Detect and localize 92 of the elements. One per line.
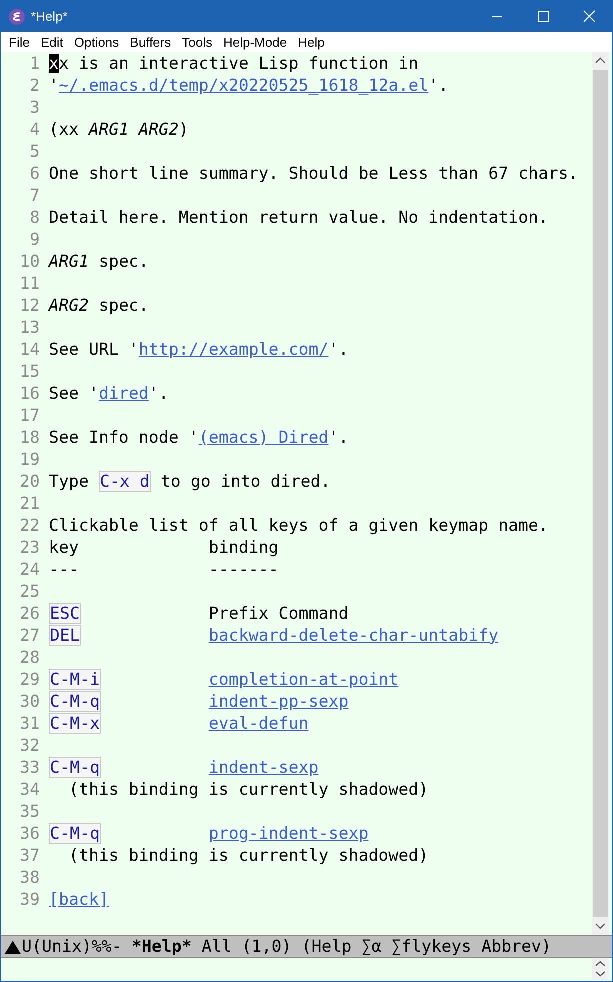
line-number: 22 xyxy=(19,516,41,534)
line-number: 5 xyxy=(29,142,41,160)
help-text: See URL 'http://example.com/'. xyxy=(49,340,349,358)
line-number: 35 xyxy=(19,802,41,820)
help-text: ARG1 spec. xyxy=(49,252,149,270)
key-label: DEL xyxy=(49,624,81,646)
help-text: ARG2 spec. xyxy=(49,296,149,314)
text-cursor: x xyxy=(49,54,59,72)
help-text: See 'dired'. xyxy=(49,384,169,402)
help-text: '~/.emacs.d/temp/x20220525_1618_12a.el'. xyxy=(49,76,449,94)
menu-item[interactable]: Edit xyxy=(34,34,68,50)
line-number: 10 xyxy=(19,252,41,270)
help-text: (this binding is currently shadowed) xyxy=(68,846,429,864)
spin-arrows-icon[interactable] xyxy=(592,958,609,980)
mode-line-status: U(Unix)%%- xyxy=(22,937,122,956)
line-number: 12 xyxy=(19,296,41,314)
help-text: Detail here. Mention return value. No indentation. xyxy=(49,208,549,226)
line-number: 6 xyxy=(29,164,41,182)
help-link[interactable]: eval-defun xyxy=(208,714,309,732)
help-text: --- ------- xyxy=(49,560,279,578)
emacs-logo-icon xyxy=(9,8,25,24)
help-link[interactable]: ~/.emacs.d/temp/x20220525_1618_12a.el xyxy=(59,76,429,94)
help-text: (xx ARG1 ARG2) xyxy=(49,120,189,138)
help-link[interactable]: completion-at-point xyxy=(208,670,399,688)
line-number: 39 xyxy=(19,890,41,908)
line-number: 14 xyxy=(19,340,41,358)
line-number: 8 xyxy=(29,208,41,226)
line-number: 18 xyxy=(19,428,41,446)
line-number: 28 xyxy=(19,648,41,666)
help-link[interactable]: http://example.com/ xyxy=(138,340,329,358)
line-number: 27 xyxy=(19,626,41,644)
line-number: 7 xyxy=(29,186,41,204)
line-number: 16 xyxy=(19,384,41,402)
key-label: ESC xyxy=(49,602,81,624)
line-number: 38 xyxy=(19,868,41,886)
line-number: 23 xyxy=(19,538,41,556)
line-number: 24 xyxy=(19,560,41,578)
key-label: C-M-q xyxy=(49,756,101,778)
help-text: Type C-x d to go into dired. xyxy=(49,472,331,490)
menu-item[interactable]: File xyxy=(3,34,35,50)
help-text: xx is an interactive Lisp function in xyxy=(49,54,419,72)
line-number: 17 xyxy=(19,406,41,424)
window-title: *Help* xyxy=(31,9,69,24)
line-number: 31 xyxy=(19,714,41,732)
line-number: 25 xyxy=(19,582,41,600)
line-number: 9 xyxy=(29,230,41,248)
help-link[interactable]: backward-delete-char-untabify xyxy=(208,626,499,644)
help-link[interactable]: prog-indent-sexp xyxy=(208,824,369,842)
line-number: 29 xyxy=(19,670,41,688)
help-link[interactable]: dired xyxy=(98,384,149,402)
help-text: Clickable list of all keys of a given keymap name. xyxy=(49,516,549,534)
menu-item[interactable]: Options xyxy=(68,34,124,50)
help-link[interactable]: indent-sexp xyxy=(208,758,319,776)
line-number: 26 xyxy=(19,604,41,622)
help-text: One short line summary. Should be Less than 67 chars. xyxy=(49,164,578,182)
mode-line-info: All (1,0) (Help ∑α ∑flykeys Abbrev) xyxy=(202,937,552,956)
line-number: 36 xyxy=(19,824,41,842)
help-text: ESC Prefix Command xyxy=(49,604,349,622)
menu-item[interactable]: Buffers xyxy=(124,34,176,50)
help-text: key binding xyxy=(49,538,279,556)
line-number: 33 xyxy=(19,758,41,776)
key-label: C-M-q xyxy=(49,822,101,844)
line-number: 20 xyxy=(19,472,41,490)
scrollbar-thumb[interactable] xyxy=(593,70,608,917)
line-number: 3 xyxy=(29,98,41,116)
key-label: C-x d xyxy=(98,470,151,492)
line-number: 32 xyxy=(19,736,41,754)
line-number: 30 xyxy=(19,692,41,710)
line-number: 21 xyxy=(19,494,41,512)
help-link[interactable]: indent-pp-sexp xyxy=(208,692,349,710)
line-number: 37 xyxy=(19,846,41,864)
line-number: 34 xyxy=(19,780,41,798)
help-link[interactable]: [back] xyxy=(49,890,109,908)
line-number: 13 xyxy=(19,318,41,336)
help-text: See Info node '(emacs) Dired'. xyxy=(49,428,349,446)
triangle-icon xyxy=(4,938,22,954)
mode-line-buffer: *Help* xyxy=(132,937,192,956)
line-number: 4 xyxy=(29,120,41,138)
key-label: C-M-i xyxy=(49,668,101,690)
line-number: 11 xyxy=(19,274,41,292)
menu-item[interactable]: Tools xyxy=(176,34,218,50)
help-text: (this binding is currently shadowed) xyxy=(68,780,429,798)
line-number: 2 xyxy=(29,76,41,94)
menu-item[interactable]: Help-Mode xyxy=(217,34,292,50)
line-number: 15 xyxy=(19,362,41,380)
key-label: C-M-q xyxy=(49,690,101,712)
menu-item[interactable]: Help xyxy=(292,34,330,50)
line-number: 1 xyxy=(29,54,41,72)
help-link[interactable]: (emacs) Dired xyxy=(198,428,329,446)
scrollbar[interactable] xyxy=(592,52,609,935)
line-number: 19 xyxy=(19,450,41,468)
key-label: C-M-x xyxy=(49,712,101,734)
